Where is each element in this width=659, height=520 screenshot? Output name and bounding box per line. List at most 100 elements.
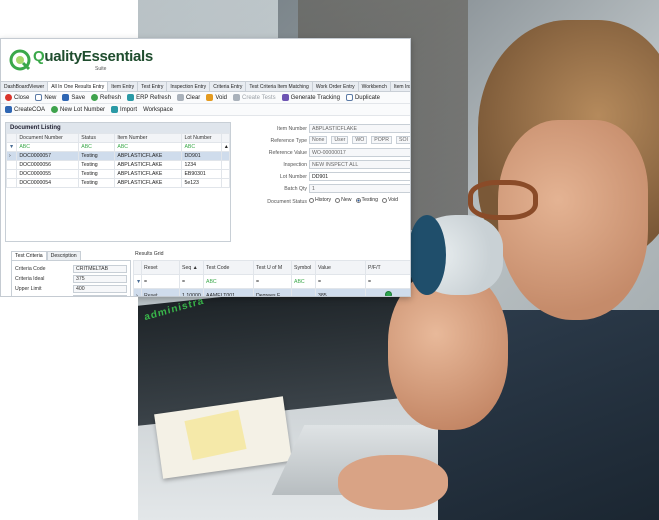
tab-item-entry[interactable]: Item Entry <box>108 82 139 91</box>
reference-type-wo[interactable]: WO <box>352 136 368 144</box>
column-header[interactable]: Seq ▲ <box>179 260 204 275</box>
close-button[interactable]: Close <box>5 94 29 101</box>
save-button[interactable]: Save <box>62 94 85 101</box>
status-history-radio[interactable]: History <box>309 197 331 203</box>
filter-cell[interactable]: = <box>365 274 410 289</box>
column-header[interactable]: Test U of M <box>253 260 292 275</box>
tab-inspection-entry[interactable]: Inspection Entry <box>167 82 211 91</box>
workspace-button[interactable]: Workspace <box>143 107 173 113</box>
scrollbar[interactable] <box>220 151 231 161</box>
table-cell[interactable]: Testing <box>78 178 116 188</box>
table-row[interactable]: › DOC0000057 Testing ABPLASTICFLAKE DD901 <box>5 151 231 161</box>
status-void-radio[interactable]: Void <box>381 197 398 203</box>
tab-dashboardviewer[interactable]: DashBoardViewer <box>1 82 49 91</box>
table-cell[interactable]: Testing <box>78 160 116 170</box>
reference-type-soi[interactable]: SOI <box>396 136 410 144</box>
column-header[interactable]: Item Number <box>114 133 183 143</box>
column-header[interactable]: Value <box>315 260 366 275</box>
reference-type-popr[interactable]: POPR <box>371 136 392 144</box>
seq-cell[interactable]: 1.10000 <box>179 288 204 296</box>
reference-value-field[interactable]: WO-00000017 <box>309 148 410 157</box>
inspection-field[interactable]: NEW INSPECT ALL <box>309 160 410 169</box>
value-cell[interactable]: 385 <box>315 288 366 296</box>
table-cell[interactable]: DOC0000056 <box>16 160 80 170</box>
create-coa-button[interactable]: CreateCOA <box>5 106 45 113</box>
refresh-button[interactable]: Refresh <box>91 94 121 101</box>
filter-cell[interactable]: ABC <box>78 142 116 152</box>
table-cell[interactable]: ABPLASTICFLAKE <box>114 151 183 161</box>
table-cell[interactable]: Testing <box>78 169 116 179</box>
duplicate-button[interactable]: Duplicate <box>345 94 380 101</box>
filter-cell[interactable]: = <box>141 274 180 289</box>
table-cell[interactable]: 5e123 <box>181 178 222 188</box>
table-cell[interactable]: ABPLASTICFLAKE <box>114 160 183 170</box>
table-cell[interactable]: Testing <box>78 151 116 161</box>
new-lot-number-button[interactable]: New Lot Number <box>51 106 105 113</box>
document-listing-header: Document Number Status Item Number Lot N… <box>5 133 231 143</box>
reference-type-user[interactable]: User <box>331 136 349 144</box>
scrollbar[interactable] <box>220 160 231 170</box>
table-cell[interactable]: DOC0000055 <box>16 169 80 179</box>
create-tests-button[interactable]: Create Tests <box>233 94 276 101</box>
table-cell[interactable]: ABPLASTICFLAKE <box>114 178 183 188</box>
table-row[interactable]: DOC0000056 Testing ABPLASTICFLAKE 1234 <box>5 160 231 170</box>
filter-cell[interactable]: ABC <box>16 142 80 152</box>
filter-cell[interactable]: ABC <box>181 142 222 152</box>
tab-description[interactable]: Description <box>46 251 81 260</box>
tab-test-criteria-item-matching[interactable]: Test Criteria Item Matching <box>246 82 313 91</box>
table-cell[interactable]: DD901 <box>181 151 222 161</box>
column-header[interactable]: P/F/T <box>365 260 410 275</box>
generate-tracking-button[interactable]: Generate Tracking <box>281 94 340 101</box>
refresh-icon <box>91 94 99 101</box>
reference-type-none[interactable]: None <box>309 136 328 144</box>
column-header[interactable]: Lot Number <box>181 133 222 143</box>
tab-work-order-entry[interactable]: Work Order Entry <box>313 82 359 91</box>
import-button[interactable]: Import <box>111 106 137 113</box>
item-number-field[interactable]: ABPLASTICFLAKE <box>309 124 410 133</box>
table-row[interactable]: DOC0000054 Testing ABPLASTICFLAKE 5e123 <box>5 178 231 188</box>
scrollbar[interactable] <box>220 178 231 188</box>
table-row[interactable]: DOC0000055 Testing ABPLASTICFLAKE EB90301 <box>5 169 231 179</box>
tab-test-entry[interactable]: Test Entry <box>138 82 168 91</box>
filter-cell[interactable]: ABC <box>203 274 254 289</box>
test-code-cell[interactable]: AAMELT001 <box>203 288 254 296</box>
erp-refresh-button[interactable]: ERP Refresh <box>127 94 171 101</box>
tab-test-criteria[interactable]: Test Criteria <box>11 251 47 260</box>
filter-cell[interactable]: = <box>315 274 366 289</box>
symbol-cell[interactable] <box>291 288 316 296</box>
status-new-radio[interactable]: New <box>335 197 352 203</box>
criteria-value: 400 <box>73 285 127 293</box>
tab-item-ins[interactable]: Item Ins <box>391 82 410 91</box>
reset-button[interactable]: Reset <box>141 288 180 296</box>
filter-funnel-icon[interactable]: ▼ <box>133 274 142 289</box>
table-cell[interactable]: ABPLASTICFLAKE <box>114 169 183 179</box>
column-header[interactable]: Status <box>78 133 116 143</box>
table-row[interactable]: › Reset 1.10000 AAMELT001 Degrees F 385 <box>133 288 410 296</box>
column-header[interactable]: Test Code <box>203 260 254 275</box>
filter-cell[interactable]: = <box>179 274 204 289</box>
scrollbar[interactable] <box>220 169 231 179</box>
filter-cell[interactable]: = <box>253 274 292 289</box>
filter-cell[interactable]: ABC <box>291 274 316 289</box>
table-cell[interactable]: DOC0000057 <box>16 151 80 161</box>
clear-button[interactable]: Clear <box>176 94 200 101</box>
column-header[interactable]: Symbol <box>291 260 316 275</box>
scroll-up-icon[interactable]: ▲ <box>220 142 231 152</box>
batch-qty-field[interactable]: 1 <box>309 184 410 193</box>
filter-funnel-icon[interactable]: ▼ <box>5 142 18 152</box>
new-button[interactable]: New <box>35 94 56 101</box>
table-cell[interactable]: DOC0000054 <box>16 178 80 188</box>
tab-all-in-one-results-entry[interactable]: All In One Results Entry <box>48 82 109 91</box>
column-header[interactable]: Reset <box>141 260 180 275</box>
uom-cell[interactable]: Degrees F <box>253 288 292 296</box>
table-cell[interactable]: 1234 <box>181 160 222 170</box>
filter-cell[interactable]: ABC <box>114 142 183 152</box>
tab-workbench[interactable]: Workbench <box>359 82 391 91</box>
column-header[interactable]: Document Number <box>16 133 80 143</box>
tab-criteria-entry[interactable]: Criteria Entry <box>210 82 247 91</box>
void-button[interactable]: Void <box>206 94 227 101</box>
status-testing-radio[interactable]: Testing <box>355 197 378 203</box>
stage: administra QualityEssentials Suite DashB… <box>0 0 659 520</box>
table-cell[interactable]: EB90301 <box>181 169 222 179</box>
lot-number-field[interactable]: DD901 <box>309 172 410 181</box>
